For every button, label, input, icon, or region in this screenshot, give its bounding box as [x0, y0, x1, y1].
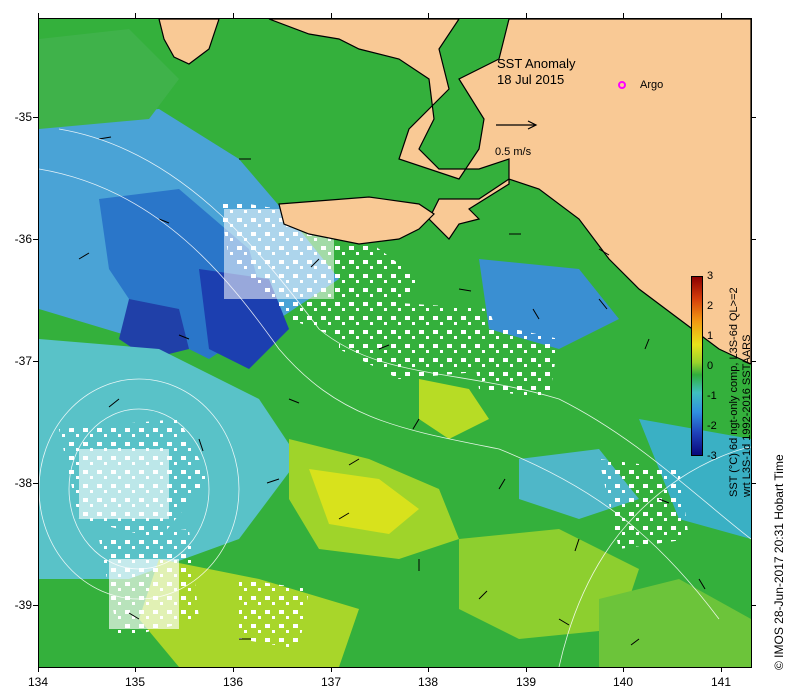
- colorbar-tick: 3: [707, 270, 714, 282]
- colorbar-tick: -2: [707, 420, 717, 432]
- map-date: 18 Jul 2015: [497, 72, 565, 87]
- x-tick-label: 136: [222, 675, 244, 689]
- colorbar-tick: 1: [707, 330, 714, 342]
- x-tick-label: 137: [320, 675, 342, 689]
- colorbar-tick: 2: [707, 300, 714, 312]
- x-tick-label: 135: [124, 675, 146, 689]
- colorbar-caption-line2: wrt L3S-1d 1992-2016 SSTAARS: [741, 334, 753, 497]
- map-title-text: SST Anomaly: [497, 56, 576, 71]
- colorbar-tick: 0: [707, 360, 714, 372]
- x-tick-label: 140: [612, 675, 634, 689]
- x-tick-label: 139: [515, 675, 537, 689]
- x-tick-label: 138: [417, 675, 439, 689]
- vector-scale-label: 0.5 m/s: [495, 146, 532, 158]
- y-tick-label: -35: [14, 110, 32, 124]
- sst-anomaly-map[interactable]: [38, 18, 752, 668]
- colorbar-tick: -3: [707, 450, 717, 462]
- y-tick-label: -38: [14, 476, 32, 490]
- credit-text: © IMOS 28-Jun-2017 20:31 Hobart Time: [772, 454, 786, 670]
- y-tick-label: -39: [14, 598, 32, 612]
- map-title: SST Anomaly 18 Jul 2015: [497, 56, 576, 88]
- x-tick-label: 141: [710, 675, 732, 689]
- x-tick-label: 134: [27, 675, 49, 689]
- colorbar-caption: SST (°C) 6d ngt-only comp, L3S-6d QL>=2 …: [728, 287, 754, 497]
- argo-marker-icon: [618, 81, 626, 89]
- y-tick-label: -37: [14, 354, 32, 368]
- y-tick-label: -36: [14, 232, 32, 246]
- colorbar: [691, 276, 703, 456]
- colorbar-tick: -1: [707, 390, 717, 402]
- colorbar-caption-line1: SST (°C) 6d ngt-only comp, L3S-6d QL>=2: [728, 287, 740, 497]
- argo-legend-label: Argo: [640, 79, 664, 91]
- map-canvas: [39, 19, 751, 667]
